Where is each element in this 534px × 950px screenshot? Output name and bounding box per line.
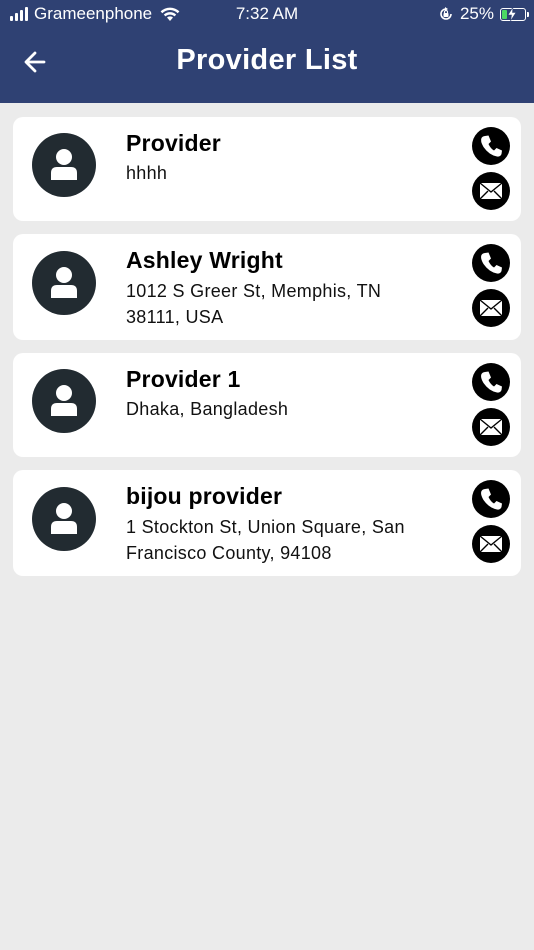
provider-address: Dhaka, Bangladesh (126, 399, 289, 419)
battery-percent: 25% (459, 4, 494, 23)
provider-name: Provider (126, 130, 221, 156)
envelope-icon (479, 418, 503, 436)
email-button[interactable] (472, 408, 510, 446)
page-title: Provider List (176, 44, 358, 76)
call-button[interactable] (472, 127, 510, 165)
person-icon (51, 385, 77, 416)
person-icon (51, 503, 77, 534)
provider-address: hhhh (126, 163, 168, 183)
email-button[interactable] (472, 172, 510, 210)
provider-card[interactable]: Provider hhhh (13, 117, 521, 221)
person-icon (51, 267, 77, 298)
phone-icon (481, 135, 502, 157)
provider-name: Ashley Wright (126, 247, 283, 273)
envelope-icon (479, 535, 503, 553)
avatar (32, 487, 96, 551)
provider-address: 1012 S Greer St, Memphis, TN 38111, USA (126, 281, 382, 327)
orientation-lock-icon (440, 7, 452, 20)
phone-icon (481, 488, 502, 510)
provider-card[interactable]: bijou provider 1 Stockton St, Union Squa… (13, 470, 521, 576)
avatar (32, 251, 96, 315)
provider-name: Provider 1 (126, 366, 241, 392)
charging-bolt-icon (507, 6, 517, 21)
avatar (32, 133, 96, 197)
envelope-icon (479, 182, 503, 200)
provider-card[interactable]: Ashley Wright 1012 S Greer St, Memphis, … (13, 234, 521, 340)
status-right: 25% (438, 4, 529, 24)
email-button[interactable] (472, 525, 510, 563)
call-button[interactable] (472, 480, 510, 518)
call-button[interactable] (472, 363, 510, 401)
provider-list: Provider hhhh Ashley Wright 1012 S Greer… (13, 117, 521, 589)
email-button[interactable] (472, 289, 510, 327)
battery-icon (500, 6, 529, 21)
envelope-icon (479, 299, 503, 317)
phone-icon (481, 371, 502, 393)
person-icon (51, 149, 77, 180)
app-header: Grameenphone 7:32 AM 25% Provider List (0, 0, 534, 103)
call-button[interactable] (472, 244, 510, 282)
phone-icon (481, 252, 502, 274)
provider-name: bijou provider (126, 483, 283, 509)
provider-card[interactable]: Provider 1 Dhaka, Bangladesh (13, 353, 521, 457)
provider-address: 1 Stockton St, Union Square, San Francis… (126, 517, 405, 563)
status-bar: Grameenphone 7:32 AM 25% (0, 0, 534, 28)
avatar (32, 369, 96, 433)
